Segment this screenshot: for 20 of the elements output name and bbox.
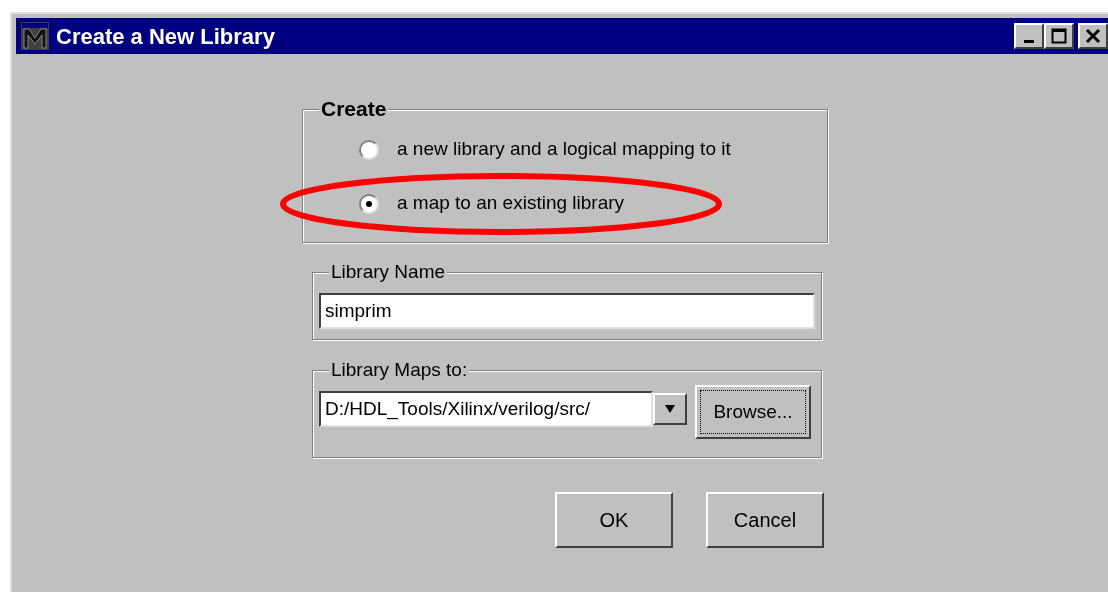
radio-button[interactable] (359, 139, 379, 160)
path-value: D:/HDL_Tools/Xilinx/verilog/src/ (325, 398, 591, 419)
maximize-icon (1051, 28, 1067, 44)
close-button[interactable] (1078, 23, 1108, 49)
path-combo-field[interactable]: D:/HDL_Tools/Xilinx/verilog/src/ (319, 391, 653, 427)
minimize-icon (1024, 39, 1034, 43)
close-icon (1085, 28, 1101, 44)
m-logo-icon (20, 21, 50, 51)
library-name-field[interactable]: simprim (319, 293, 815, 329)
dialog-button[interactable]: OK (555, 492, 673, 548)
window-title: Create a New Library (56, 22, 275, 51)
dropdown-button[interactable] (653, 393, 687, 425)
radio-label: a map to an existing library (397, 191, 625, 216)
browse-button[interactable]: Browse... (695, 385, 811, 439)
radio-label: a new library and a logical mapping to it (397, 137, 731, 162)
maximize-button[interactable] (1044, 23, 1074, 49)
radio-button[interactable] (359, 193, 379, 214)
minimize-button[interactable] (1014, 23, 1044, 49)
dialog-button[interactable]: Cancel (706, 492, 824, 548)
caret-icon (665, 405, 675, 413)
